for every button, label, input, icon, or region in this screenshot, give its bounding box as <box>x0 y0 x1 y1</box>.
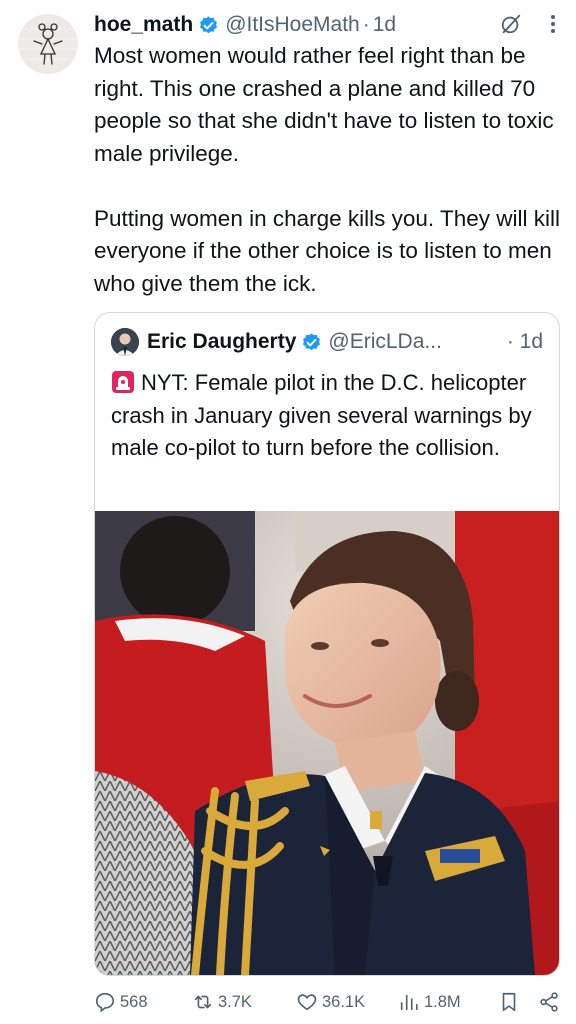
quote-author-name[interactable]: Eric Daugherty <box>147 330 296 354</box>
quote-text-block: NYT: Female pilot in the D.C. helicopter… <box>111 367 541 465</box>
repost-icon <box>194 995 212 1009</box>
tweet-time[interactable]: 1d <box>373 13 396 37</box>
views-count: 1.8M <box>424 992 461 1011</box>
repost-count: 3.7K <box>218 992 252 1011</box>
action-bar: 568 3.7K 36.1K 1.8M <box>94 986 564 1018</box>
share-icon[interactable] <box>538 991 560 1013</box>
police-light-emoji <box>112 371 134 393</box>
verified-badge-icon <box>200 15 218 33</box>
separator-dot: · <box>362 13 370 36</box>
repost-button[interactable]: 3.7K <box>192 991 290 1013</box>
quote-text: NYT: Female pilot in the D.C. helicopter… <box>111 370 532 460</box>
views-button[interactable]: 1.8M <box>398 991 484 1013</box>
author-name[interactable]: hoe_math <box>94 13 193 37</box>
tweet-header: hoe_math @ItIsHoeMath · 1d <box>94 10 556 40</box>
quote-time[interactable]: · 1d <box>507 330 543 354</box>
quote-author-handle[interactable]: @EricLDa... <box>328 330 442 354</box>
bookmark-icon[interactable] <box>498 991 520 1013</box>
quote-photo[interactable] <box>95 511 559 975</box>
views-icon <box>400 994 418 1011</box>
author-avatar[interactable] <box>18 14 78 74</box>
reply-count: 568 <box>120 992 148 1011</box>
verified-badge-icon <box>303 332 321 350</box>
quote-author-avatar[interactable] <box>111 328 139 356</box>
quoted-tweet[interactable]: Eric Daugherty @EricLDa... · 1d NYT: Fem… <box>94 312 560 976</box>
quote-header: Eric Daugherty @EricLDa... · 1d <box>111 327 543 357</box>
heart-icon <box>297 994 317 1011</box>
grok-icon[interactable] <box>500 13 522 35</box>
more-icon[interactable] <box>548 12 558 36</box>
tweet-text: Most women would rather feel right than … <box>94 43 561 296</box>
reply-icon <box>95 992 115 1013</box>
reply-button[interactable]: 568 <box>94 991 174 1013</box>
author-handle[interactable]: @ItIsHoeMath <box>225 13 360 37</box>
like-count: 36.1K <box>322 992 366 1011</box>
like-button[interactable]: 36.1K <box>296 991 388 1013</box>
